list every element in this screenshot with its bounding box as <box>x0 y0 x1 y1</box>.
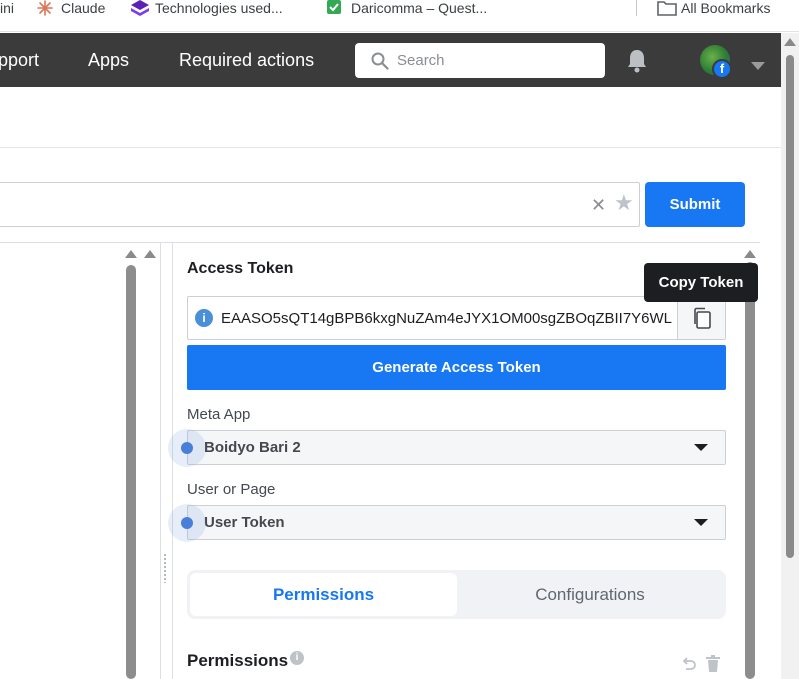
facebook-badge-icon: f <box>712 59 732 79</box>
section-divider <box>0 147 781 148</box>
user-or-page-label: User or Page <box>187 481 276 498</box>
copy-icon <box>692 307 712 334</box>
right-pane-scroll-up-icon[interactable] <box>744 250 756 258</box>
info-icon[interactable]: i <box>290 651 304 665</box>
search-placeholder: Search <box>397 52 445 69</box>
bookmarks-bar: ini Claude Technologies used... Daricomm… <box>0 0 799 32</box>
graph-query-input[interactable] <box>0 182 640 227</box>
info-icon[interactable]: i <box>195 309 213 327</box>
undo-icon[interactable] <box>681 656 697 677</box>
pane-divider <box>160 243 161 679</box>
scroll-up-arrow-icon[interactable] <box>784 38 796 46</box>
user-or-page-select[interactable]: User Token <box>187 505 726 540</box>
user-or-page-value: User Token <box>204 514 285 531</box>
page-scrollbar[interactable] <box>781 33 799 679</box>
notifications-bell-icon[interactable] <box>624 48 650 74</box>
nav-apps[interactable]: Apps <box>88 33 129 87</box>
left-pane <box>0 243 160 679</box>
bookmark-technologies[interactable]: Technologies used... <box>131 0 283 16</box>
top-navigation-bar: pport Apps Required actions Search f <box>0 33 781 87</box>
tab-permissions[interactable]: Permissions <box>190 573 457 616</box>
right-pane-scrollbar[interactable] <box>745 262 755 679</box>
access-token-heading: Access Token <box>187 260 294 277</box>
bookmark-item[interactable]: ini <box>0 0 14 16</box>
bookmarks-separator <box>636 0 637 16</box>
generate-access-token-button[interactable]: Generate Access Token <box>187 345 726 390</box>
star-icon[interactable]: ★ <box>614 192 634 214</box>
meta-app-label: Meta App <box>187 406 251 423</box>
permissions-heading: Permissions <box>187 651 289 670</box>
copy-token-button[interactable] <box>677 297 725 339</box>
radio-dot-icon[interactable] <box>181 517 193 529</box>
page-scrollbar-thumb[interactable] <box>786 55 794 558</box>
all-bookmarks-button[interactable]: All Bookmarks <box>657 0 770 16</box>
green-check-icon <box>327 0 343 16</box>
purple-stack-icon <box>131 0 149 16</box>
search-icon <box>371 52 389 70</box>
trash-icon[interactable] <box>706 655 720 677</box>
search-input[interactable]: Search <box>355 43 605 78</box>
nav-required-actions[interactable]: Required actions <box>179 33 314 87</box>
meta-app-select[interactable]: Boidyo Bari 2 <box>187 430 726 465</box>
meta-app-value: Boidyo Bari 2 <box>204 439 301 456</box>
left-pane-scroll-up-icon[interactable] <box>125 250 137 258</box>
bookmark-label: Technologies used... <box>155 0 283 16</box>
copy-token-tooltip: Copy Token <box>644 263 758 302</box>
tab-configurations[interactable]: Configurations <box>457 573 723 616</box>
bookmark-label: Daricomma – Quest... <box>351 0 488 16</box>
claude-icon <box>37 0 53 16</box>
chevron-down-icon <box>694 444 708 451</box>
bookmark-label: ini <box>0 0 15 16</box>
bookmark-claude[interactable]: Claude <box>37 0 105 16</box>
nav-support[interactable]: pport <box>0 33 39 87</box>
bookmark-daricomma[interactable]: Daricomma – Quest... <box>327 0 487 16</box>
folder-icon <box>657 0 677 16</box>
all-bookmarks-label: All Bookmarks <box>681 0 771 16</box>
clear-icon[interactable]: ✕ <box>591 196 606 214</box>
left-pane-scrollbar[interactable] <box>126 265 136 679</box>
access-token-value[interactable]: EAASO5sQT14gBPB6kxgNuZAm4eJYX1OM00sgZBOq… <box>221 310 673 327</box>
account-menu-chevron-down-icon[interactable] <box>751 57 765 75</box>
left-pane-collapse-up-icon[interactable] <box>144 250 156 258</box>
chevron-down-icon <box>694 519 708 526</box>
radio-dot-icon[interactable] <box>181 442 193 454</box>
submit-button[interactable]: Submit <box>645 182 745 227</box>
resize-grip-handle[interactable] <box>163 553 167 583</box>
bookmark-label: Claude <box>61 0 106 16</box>
